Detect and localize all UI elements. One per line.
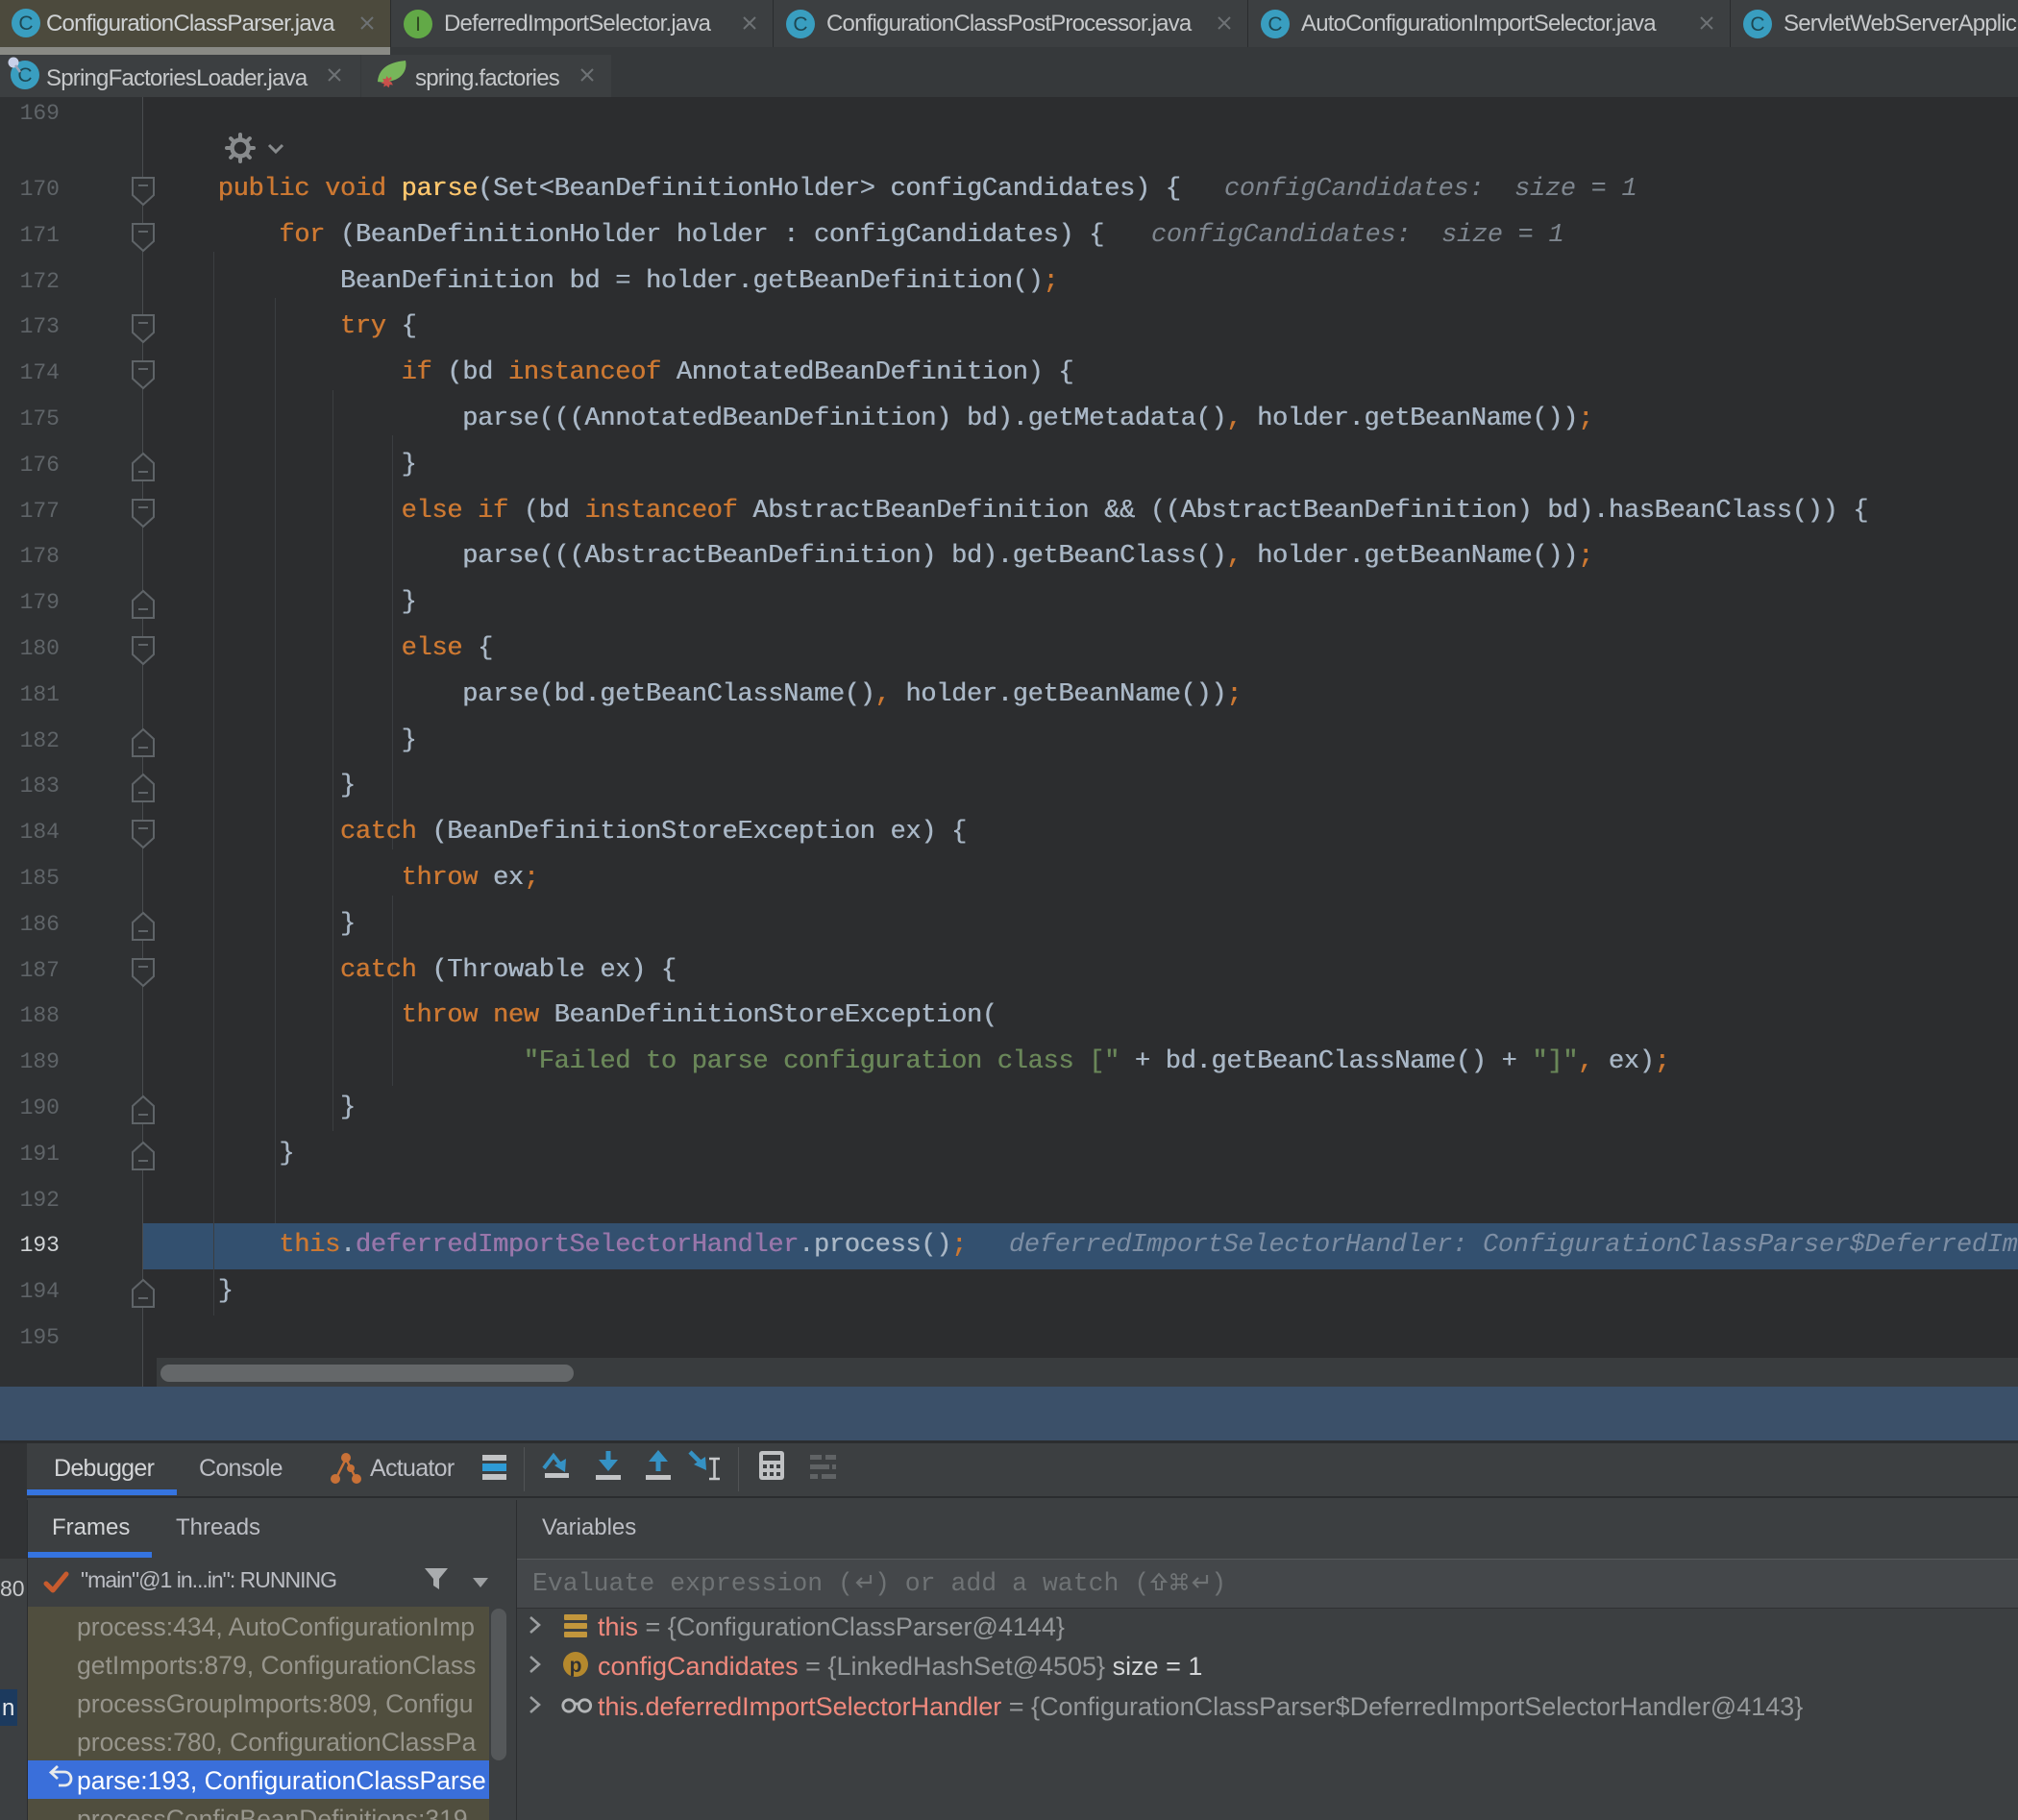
svg-text:I: I — [415, 13, 421, 36]
svg-text:C: C — [1267, 13, 1282, 36]
svg-text:C: C — [18, 12, 33, 35]
svg-text:C: C — [793, 13, 807, 36]
svg-text:C: C — [1750, 13, 1764, 36]
svg-text:p: p — [570, 1655, 582, 1677]
